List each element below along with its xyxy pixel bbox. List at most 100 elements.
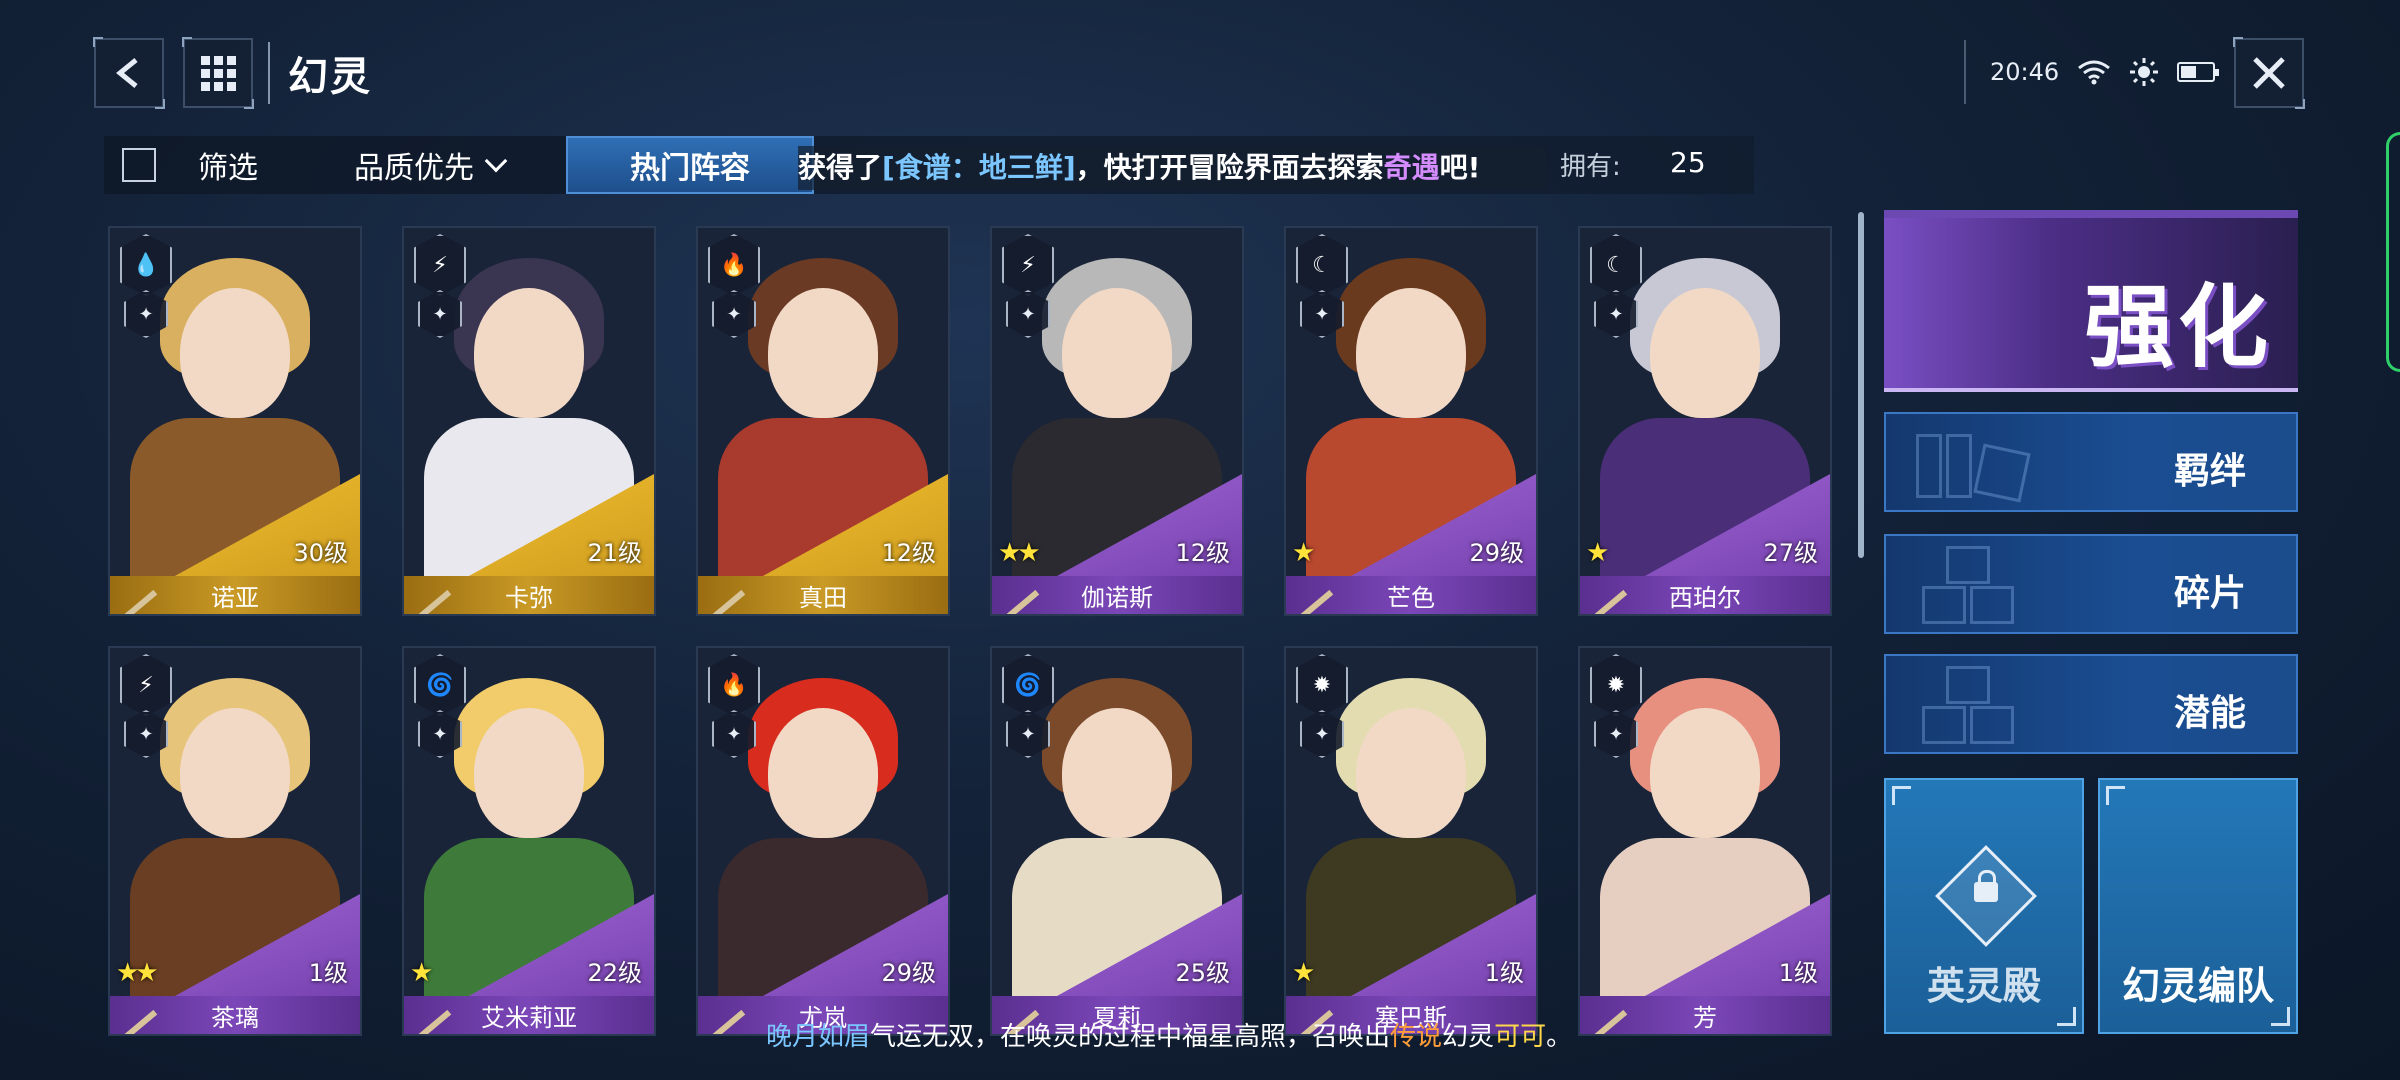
enhance-label: 强化 (2084, 275, 2272, 380)
star-rating: ★ (1292, 538, 1315, 568)
ticker-end: 。 (1546, 1022, 1573, 1052)
fragments-button[interactable]: 碎片 (1884, 534, 2298, 634)
potential-button[interactable]: 潜能 (1884, 654, 2298, 754)
status-area: 20:46 (1964, 40, 2220, 104)
sort-label: 品质优先 (354, 151, 474, 186)
scrollbar[interactable] (1858, 212, 1864, 558)
level-label: 29级 (1469, 539, 1524, 567)
spirit-card[interactable]: ☾ ✦ ★ 27级 西珀尔 (1578, 226, 1832, 616)
weapon-icon (1592, 589, 1628, 614)
character-name: 茶璃 (211, 1003, 259, 1032)
weapon-icon (416, 589, 452, 614)
star-rating: ★ (410, 958, 433, 988)
fragments-label: 碎片 (2173, 573, 2246, 614)
message-highlight: 奇遇 (1383, 151, 1440, 184)
sort-dropdown[interactable]: 品质优先 (354, 143, 508, 187)
name-bar: 伽诺斯 (992, 576, 1242, 614)
hall-button[interactable]: 英灵殿 (1884, 778, 2084, 1034)
message-suffix: 吧! (1439, 151, 1481, 184)
side-drawer-handle[interactable] (2386, 132, 2400, 372)
close-icon (2253, 57, 2285, 89)
spirit-card[interactable]: ⚡ ✦ 21级 卡弥 (402, 226, 656, 616)
spirit-card[interactable]: 🌀 ✦ 25级 夏莉 (990, 646, 1244, 1036)
menu-grid-button[interactable] (182, 37, 254, 109)
weapon-icon (1592, 1009, 1628, 1034)
wifi-icon (2078, 60, 2111, 85)
filter-label[interactable]: 筛选 (198, 143, 258, 187)
level-label: 27级 (1763, 539, 1818, 567)
weapon-icon (1298, 589, 1334, 614)
spirit-card[interactable]: ⚡ ✦ ★★ 12级 伽诺斯 (990, 226, 1244, 616)
formation-label: 幻灵编队 (2121, 964, 2274, 1008)
weapon-icon (416, 1009, 452, 1034)
ticker-rarity: 传说 (1390, 1022, 1443, 1052)
hot-lineup-button[interactable]: 热门阵容 (566, 136, 814, 194)
title-divider (268, 42, 270, 104)
ticker-text-2: 幻灵 (1442, 1022, 1495, 1052)
broadcast-ticker: 晚月如眉气运无双，在唤灵的过程中福星高照，召唤出传说幻灵可可。 (766, 1016, 1572, 1053)
boxes-icon (1916, 666, 2026, 746)
message-item: [食谱：地三鲜] (882, 151, 1076, 184)
close-button[interactable] (2233, 37, 2305, 109)
spirit-card[interactable]: ✹ ✦ ★ 1级 塞巴斯 (1284, 646, 1538, 1036)
spirit-card[interactable]: ⚡ ✦ ★★ 1级 茶璃 (108, 646, 362, 1036)
level-label: 12级 (1175, 539, 1230, 567)
name-bar: 芒色 (1286, 576, 1536, 614)
character-name: 伽诺斯 (1081, 583, 1153, 612)
level-label: 21级 (587, 539, 642, 567)
name-bar: 诺亚 (110, 576, 360, 614)
character-name: 芳 (1693, 1003, 1717, 1032)
ticker-name: 晚月如眉 (766, 1022, 871, 1052)
hall-label: 英灵殿 (1926, 964, 2041, 1008)
name-bar: 西珀尔 (1580, 576, 1830, 614)
character-name: 诺亚 (211, 583, 259, 612)
bond-label: 羁绊 (2173, 451, 2246, 492)
level-label: 1级 (308, 959, 348, 987)
weapon-icon (710, 1009, 746, 1034)
star-rating: ★★ (998, 538, 1041, 568)
page-title: 幻灵 (288, 54, 372, 100)
star-rating: ★★ (116, 958, 159, 988)
star-rating: ★ (1292, 958, 1315, 988)
name-bar: 芳 (1580, 996, 1830, 1034)
filter-checkbox[interactable] (122, 148, 156, 182)
level-label: 30级 (293, 539, 348, 567)
system-message: 获得了[食谱：地三鲜]，快打开冒险界面去探索奇遇吧! (798, 146, 1546, 190)
spirit-card[interactable]: 💧 ✦ 30级 诺亚 (108, 226, 362, 616)
weapon-icon (1004, 589, 1040, 614)
level-label: 1级 (1484, 959, 1524, 987)
level-label: 25级 (1175, 959, 1230, 987)
formation-button[interactable]: 幻灵编队 (2098, 778, 2298, 1034)
character-name: 卡弥 (505, 583, 553, 612)
star-rating: ★ (1586, 538, 1609, 568)
clock: 20:46 (1990, 58, 2060, 86)
back-button[interactable] (93, 37, 165, 109)
name-bar: 艾米莉亚 (404, 996, 654, 1034)
enhance-button[interactable]: 强化 (1884, 210, 2298, 392)
message-middle: ，快打开冒险界面去探索 (1075, 151, 1384, 184)
spirit-card[interactable]: 🔥 ✦ 29级 尤岚 (696, 646, 950, 1036)
spirit-card[interactable]: ☾ ✦ ★ 29级 芒色 (1284, 226, 1538, 616)
books-icon (1916, 424, 2031, 504)
name-bar: 茶璃 (110, 996, 360, 1034)
owned-label: 拥有: (1560, 152, 1621, 182)
spirit-card[interactable]: 🔥 ✦ 12级 真田 (696, 226, 950, 616)
character-name: 艾米莉亚 (481, 1003, 577, 1032)
weapon-icon (122, 1009, 158, 1034)
spirit-card[interactable]: ✹ ✦ 1级 芳 (1578, 646, 1832, 1036)
character-name: 西珀尔 (1669, 583, 1741, 612)
level-label: 22级 (587, 959, 642, 987)
grid-icon (200, 55, 236, 91)
ticker-text: 气运无双，在唤灵的过程中福星高照，召唤出 (870, 1022, 1391, 1052)
lock-icon (1974, 870, 1998, 902)
owned-count: 25 (1670, 146, 1706, 179)
weapon-icon (710, 589, 746, 614)
back-arrow-icon (116, 58, 138, 88)
spirit-card[interactable]: 🌀 ✦ ★ 22级 艾米莉亚 (402, 646, 656, 1036)
bond-button[interactable]: 羁绊 (1884, 412, 2298, 512)
brightness-icon (2130, 58, 2159, 86)
battery-icon (2177, 62, 2220, 82)
weapon-icon (122, 589, 158, 614)
character-name: 芒色 (1387, 583, 1435, 612)
name-bar: 真田 (698, 576, 948, 614)
